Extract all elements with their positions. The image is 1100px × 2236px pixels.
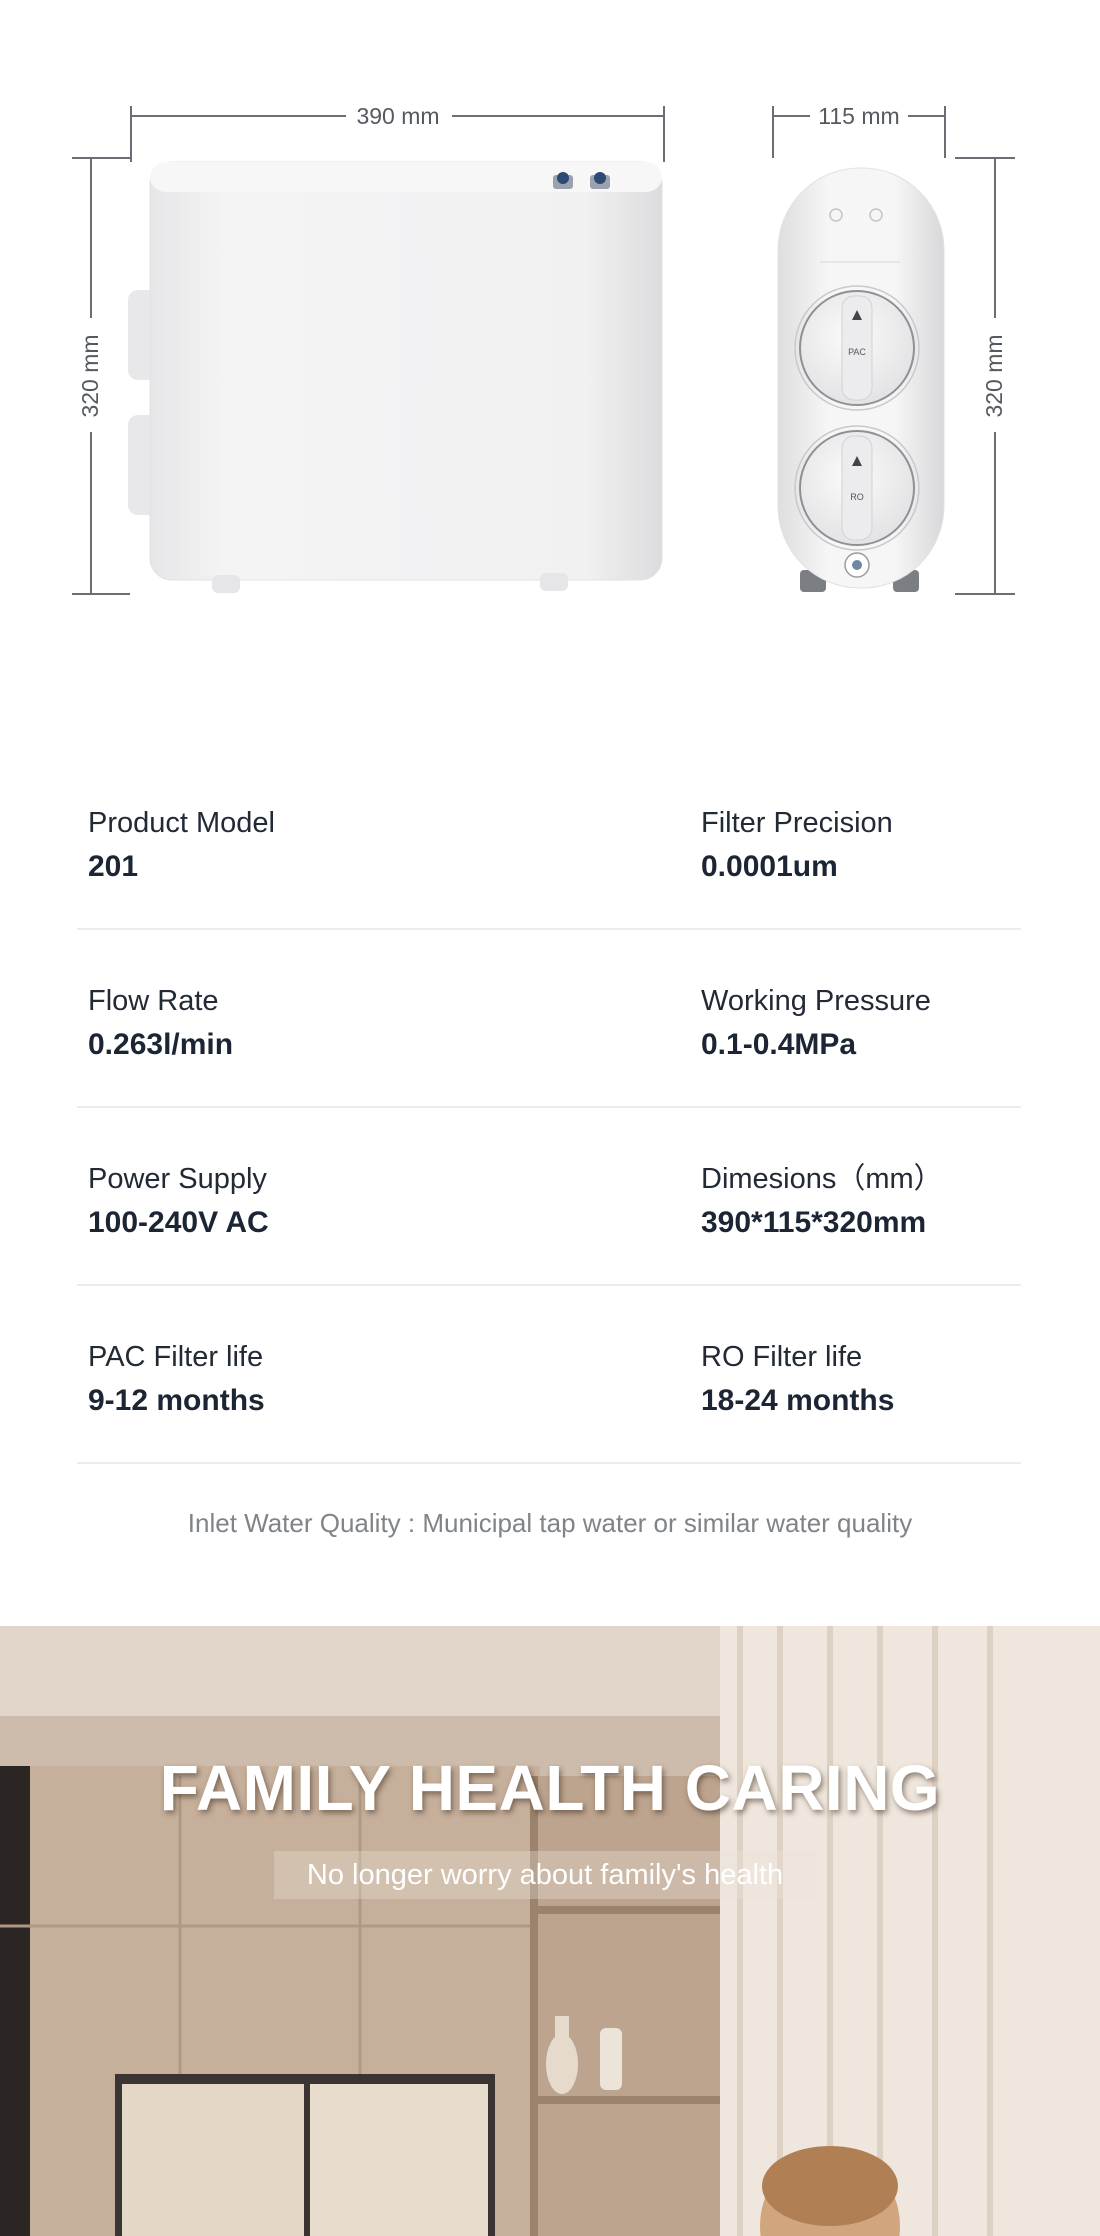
family-health-banner: FAMILY HEALTH CARING No longer worry abo… [0,1626,1100,2236]
spec-value: 18-24 months [701,1384,895,1417]
spec-power-supply: Power Supply 100-240V AC [88,1161,269,1243]
banner-subtitle: No longer worry about family's health [274,1851,816,1899]
spec-working-pressure: Working Pressure 0.1-0.4MPa [701,983,931,1065]
height-label-left: 320 mm [77,334,103,417]
spec-value: 100-240V AC [88,1206,269,1239]
spec-value: 201 [88,850,139,883]
spec-label: Filter Precision [701,807,893,839]
spec-label: RO Filter life [701,1341,863,1373]
banner-title: FAMILY HEALTH CARING [159,1752,941,1824]
spec-flow-rate: Flow Rate 0.263l/min [88,983,233,1065]
purifier-side-view: PAC RO [777,167,945,592]
spec-label: Dimesions（mm） [701,1163,943,1195]
width-label: 390 mm [356,103,439,129]
spec-row: Power Supply 100-240V AC Dimesions（mm） 3… [77,1108,1021,1286]
spec-row: PAC Filter life 9-12 months RO Filter li… [77,1286,1021,1464]
inlet-water-quality-note: Inlet Water Quality : Municipal tap wate… [187,1508,913,1538]
spec-label: Working Pressure [701,985,931,1017]
spec-filter-precision: Filter Precision 0.0001um [701,805,893,887]
spec-value: 0.263l/min [88,1028,234,1061]
spec-ro-filter-life: RO Filter life 18-24 months [701,1339,894,1421]
knob-pac-label: PAC [848,347,866,357]
spec-product-model: Product Model 201 [88,805,275,887]
spec-label: Product Model [88,807,275,839]
spec-value: 390*115*320mm [701,1206,927,1239]
spec-value: 0.1-0.4MPa [701,1028,857,1061]
spec-label: Power Supply [88,1163,267,1195]
banner-background-image [0,1626,1100,2236]
dimension-drawing: 390 mm 320 mm 115 mm 320 mm PAC RO [72,103,1015,595]
spec-row: Flow Rate 0.263l/min Working Pressure 0.… [77,930,1021,1108]
spec-row: Product Model 201 Filter Precision 0.000… [77,780,1021,930]
height-label-right: 320 mm [981,334,1007,417]
spec-label: PAC Filter life [88,1341,264,1373]
spec-table: Product Model 201 Filter Precision 0.000… [77,780,1021,1464]
product-dimension-figure: 390 mm 320 mm 115 mm 320 mm PAC RO [0,0,1100,700]
spec-pac-filter-life: PAC Filter life 9-12 months [88,1339,265,1421]
knob-ro-label: RO [850,492,864,502]
spec-value: 9-12 months [88,1384,265,1417]
depth-label: 115 mm [818,103,899,129]
spec-dimensions: Dimesions（mm） 390*115*320mm [701,1161,943,1243]
purifier-front-view [128,161,663,593]
spec-value: 0.0001um [701,850,838,883]
spec-label: Flow Rate [88,985,219,1017]
